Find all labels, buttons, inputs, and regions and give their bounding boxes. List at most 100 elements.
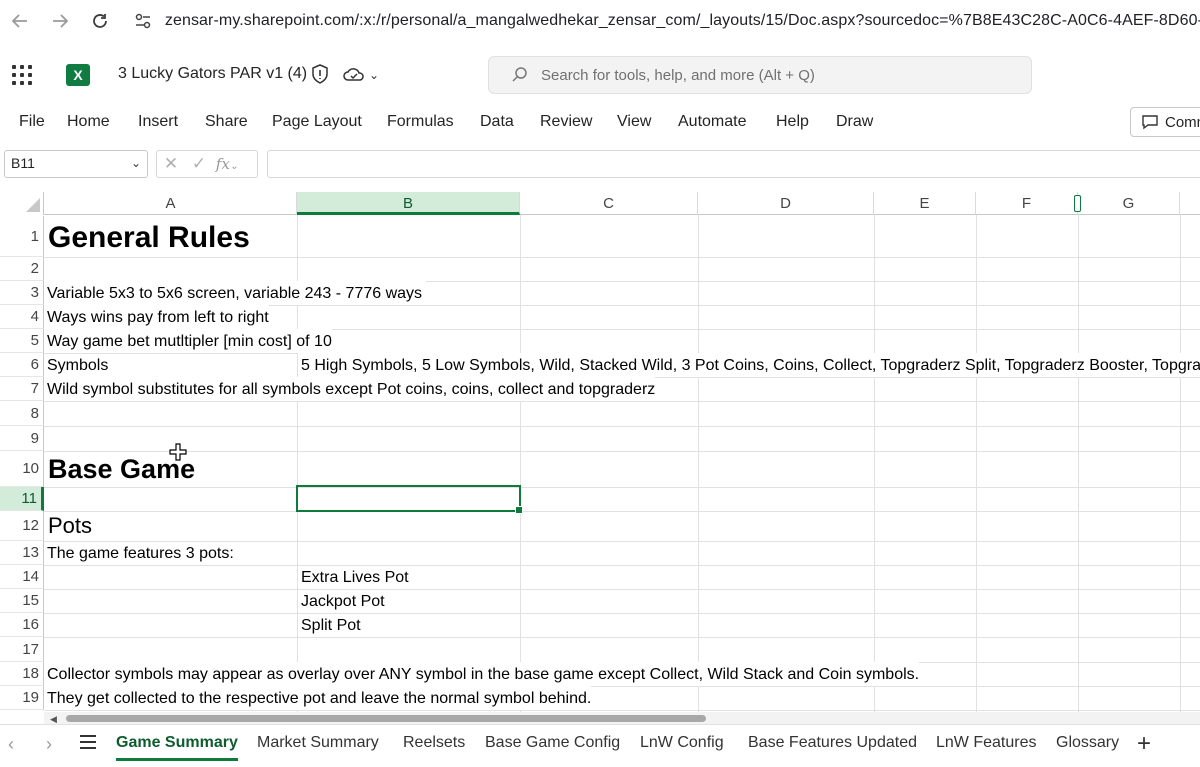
cancel-icon[interactable]: ✕: [157, 154, 185, 174]
sheet-tab-reelsets[interactable]: Reelsets: [403, 734, 465, 752]
row-header-16[interactable]: 16: [0, 613, 44, 637]
scrollbar-thumb[interactable]: [66, 715, 706, 722]
previous-sheet-icon[interactable]: ‹: [8, 734, 14, 755]
row-header-13[interactable]: 13: [0, 541, 44, 565]
name-box[interactable]: B11 ⌄: [4, 150, 148, 178]
cell-a6[interactable]: Symbols: [44, 353, 108, 377]
row-header-19[interactable]: 19: [0, 686, 44, 710]
gridline: [44, 426, 1200, 427]
row-header-7[interactable]: 7: [0, 377, 44, 401]
cell-a5[interactable]: Way game bet mutltipler [min cost] of 10: [44, 329, 332, 353]
site-info-icon[interactable]: [132, 7, 155, 35]
search-placeholder: Search for tools, help, and more (Alt + …: [541, 66, 815, 84]
cell-b15[interactable]: Jackpot Pot: [298, 589, 385, 613]
cell-b6[interactable]: 5 High Symbols, 5 Low Symbols, Wild, Sta…: [298, 353, 1200, 377]
horizontal-scrollbar[interactable]: ◀: [44, 712, 1200, 724]
select-all-corner[interactable]: [0, 192, 44, 215]
column-resize-handle[interactable]: [1074, 195, 1081, 212]
row-header-1[interactable]: 1: [0, 216, 44, 257]
spreadsheet-grid[interactable]: A B C D E F G 1 2 3 4 5 6 7 8 9 10 11 12…: [0, 192, 1200, 712]
sheet-tab-glossary[interactable]: Glossary: [1056, 734, 1119, 752]
excel-logo: X: [66, 64, 94, 86]
sheet-tab-market-summary[interactable]: Market Summary: [257, 734, 379, 752]
row-header-17[interactable]: 17: [0, 637, 44, 662]
tab-share[interactable]: Share: [205, 113, 248, 131]
sheet-tab-game-summary[interactable]: Game Summary: [116, 734, 238, 761]
row-header-10[interactable]: 10: [0, 451, 44, 487]
add-sheet-button[interactable]: +: [1137, 730, 1151, 758]
sheet-tab-lnw-config[interactable]: LnW Config: [640, 734, 724, 752]
tab-review[interactable]: Review: [540, 113, 592, 131]
search-input[interactable]: Search for tools, help, and more (Alt + …: [488, 56, 1032, 94]
gridline: [44, 401, 1200, 402]
column-header-a[interactable]: A: [45, 192, 297, 215]
address-bar[interactable]: zensar-my.sharepoint.com/:x:/r/personal/…: [132, 4, 1200, 38]
row-header-14[interactable]: 14: [0, 565, 44, 589]
row-header-15[interactable]: 15: [0, 589, 44, 613]
fx-label: fx: [215, 155, 230, 173]
cloud-sync-icon[interactable]: [342, 65, 366, 83]
cell-a4[interactable]: Ways wins pay from left to right: [44, 305, 269, 329]
cell-a7[interactable]: Wild symbol substitutes for all symbols …: [44, 377, 656, 401]
row-header-18[interactable]: 18: [0, 662, 44, 686]
column-header-e[interactable]: E: [874, 192, 976, 215]
cell-a18[interactable]: Collector symbols may appear as overlay …: [44, 662, 920, 686]
chevron-down-icon[interactable]: ⌄: [369, 68, 379, 82]
reload-icon[interactable]: [80, 1, 120, 41]
row-header-6[interactable]: 6: [0, 353, 44, 377]
cell-a3[interactable]: Variable 5x3 to 5x6 screen, variable 243…: [44, 281, 427, 305]
sheet-tab-lnw-features[interactable]: LnW Features: [936, 734, 1036, 752]
row-header-5[interactable]: 5: [0, 329, 44, 353]
back-arrow-icon[interactable]: [0, 1, 40, 41]
forward-arrow-icon[interactable]: [40, 1, 80, 41]
row-header-2[interactable]: 2: [0, 257, 44, 281]
row-header-9[interactable]: 9: [0, 426, 44, 451]
sheet-tab-base-game-config[interactable]: Base Game Config: [485, 734, 620, 752]
all-sheets-menu-icon[interactable]: [80, 735, 96, 749]
cell-a19[interactable]: They get collected to the respective pot…: [44, 686, 592, 710]
sensitivity-shield-icon[interactable]: [311, 64, 329, 84]
column-header-c[interactable]: C: [520, 192, 698, 215]
cell-b14[interactable]: Extra Lives Pot: [298, 565, 409, 589]
column-header-f[interactable]: F: [976, 192, 1078, 215]
document-title[interactable]: 3 Lucky Gators PAR v1 (4): [118, 65, 307, 83]
next-sheet-icon[interactable]: ›: [46, 734, 52, 755]
chevron-down-icon[interactable]: ⌄: [131, 156, 141, 170]
formula-controls: ✕ ✓ fx⌄: [156, 150, 258, 178]
column-header-b[interactable]: B: [297, 192, 520, 215]
gridline: [44, 257, 1200, 258]
sheet-tab-bar: ‹ › Game Summary Market Summary Reelsets…: [0, 724, 1200, 767]
row-header-4[interactable]: 4: [0, 305, 44, 329]
row-header-12[interactable]: 12: [0, 511, 44, 541]
gridline: [44, 511, 1200, 512]
formula-input[interactable]: [267, 150, 1200, 178]
sheet-tab-base-features-updated[interactable]: Base Features Updated: [748, 734, 917, 752]
app-header: X 3 Lucky Gators PAR v1 (4) ⌄ Search for…: [0, 44, 1200, 106]
app-launcher-icon[interactable]: [10, 63, 34, 87]
tab-help[interactable]: Help: [776, 113, 809, 131]
tab-draw[interactable]: Draw: [836, 113, 873, 131]
tab-page-layout[interactable]: Page Layout: [272, 113, 362, 131]
search-icon: [512, 67, 527, 82]
column-header-g[interactable]: G: [1078, 192, 1180, 215]
tab-home[interactable]: Home: [67, 113, 110, 131]
tab-view[interactable]: View: [617, 113, 651, 131]
cell-cursor-icon: [169, 443, 187, 461]
tab-formulas[interactable]: Formulas: [387, 113, 454, 131]
tab-automate[interactable]: Automate: [678, 113, 746, 131]
row-header-8[interactable]: 8: [0, 401, 44, 426]
cell-a13[interactable]: The game features 3 pots:: [44, 541, 234, 565]
comments-button[interactable]: Comm: [1130, 107, 1200, 137]
active-cell-b11[interactable]: [296, 485, 523, 514]
cell-a12[interactable]: Pots: [45, 511, 92, 541]
column-header-d[interactable]: D: [698, 192, 874, 215]
cell-b16[interactable]: Split Pot: [298, 613, 361, 637]
tab-data[interactable]: Data: [480, 113, 514, 131]
tab-insert[interactable]: Insert: [138, 113, 178, 131]
cell-a1[interactable]: General Rules: [45, 216, 250, 257]
enter-icon[interactable]: ✓: [185, 154, 213, 174]
tab-file[interactable]: File: [19, 113, 45, 131]
function-icon[interactable]: fx⌄: [213, 155, 241, 173]
row-header-3[interactable]: 3: [0, 281, 44, 305]
row-header-11[interactable]: 11: [0, 487, 44, 511]
